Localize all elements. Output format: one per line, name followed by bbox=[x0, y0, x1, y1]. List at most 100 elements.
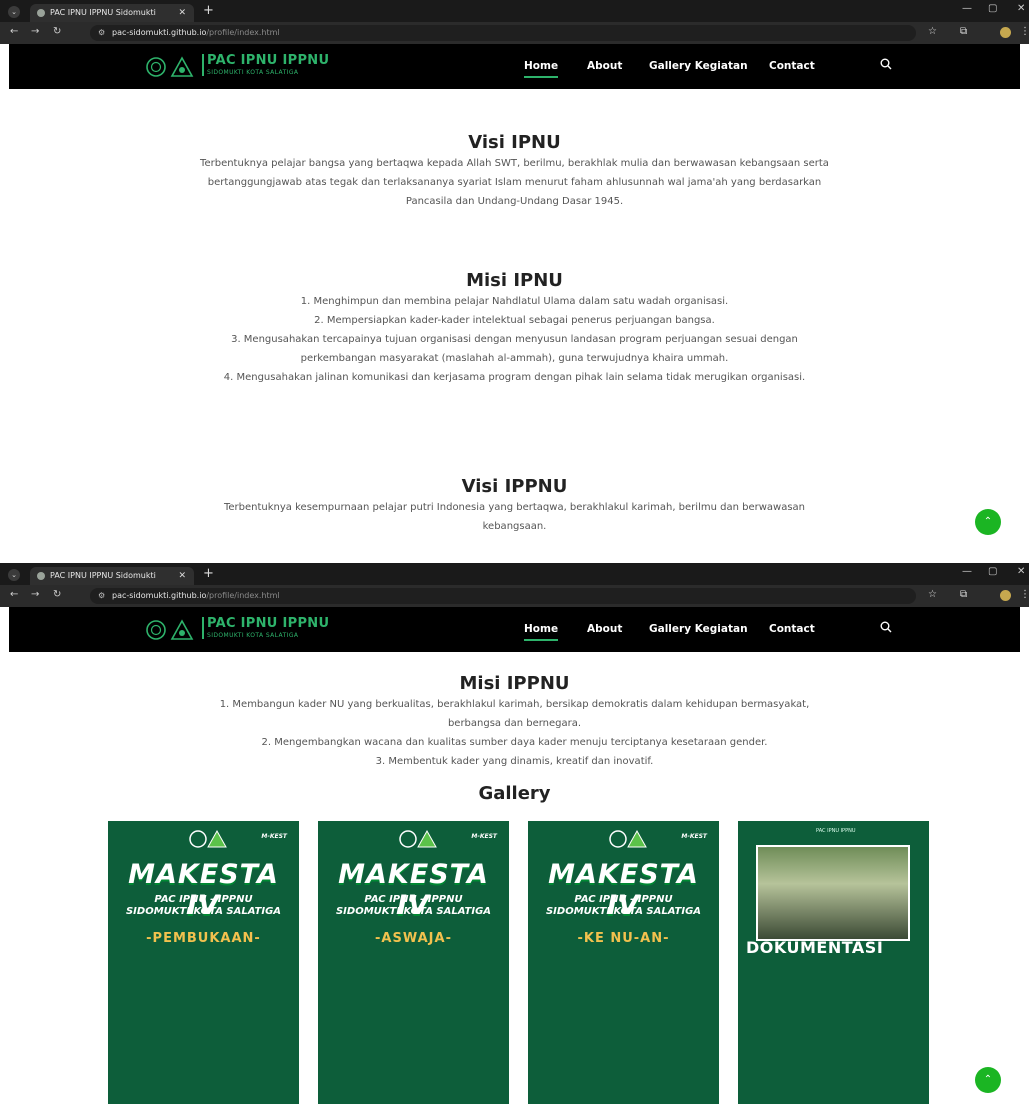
visi-ipnu-title: Visi IPNU bbox=[468, 132, 561, 153]
browser-tab[interactable]: PAC IPNU IPPNU Sidomukti ✕ bbox=[30, 4, 194, 22]
favicon-icon bbox=[37, 572, 45, 580]
misi-ippnu-item: 2. Mengembangkan wacana dan kualitas sum… bbox=[261, 737, 768, 748]
visi-ipnu-section: Visi IPNU Terbentuknya pelajar bangsa ya… bbox=[0, 132, 1029, 211]
tab-strip: ⌄ PAC IPNU IPPNU Sidomukti ✕ + — ▢ ✕ bbox=[0, 563, 1029, 585]
card-header-text: PAC IPNU IPPNU bbox=[816, 828, 856, 834]
gallery-card[interactable]: M-KEST MAKESTA IV PAC IPNU - IPPNU SIDOM… bbox=[108, 821, 299, 1104]
logo-divider bbox=[202, 617, 204, 639]
gallery-card[interactable]: M-KEST MAKESTA IV PAC IPNU - IPPNU SIDOM… bbox=[528, 821, 719, 1104]
visi-ippnu-section: Visi IPPNU Terbentuknya kesempurnaan pel… bbox=[0, 476, 1029, 536]
close-window-icon[interactable]: ✕ bbox=[1017, 3, 1025, 14]
address-toolbar: ← → ↻ ⚙ pac-sidomukti.github.io/profile/… bbox=[0, 585, 1029, 607]
misi-ippnu-section: Misi IPPNU 1. Membangun kader NU yang be… bbox=[0, 673, 1029, 771]
gallery-card[interactable]: PAC IPNU IPPNU DOKUMENTASI bbox=[738, 821, 929, 1104]
forward-icon[interactable]: → bbox=[31, 589, 39, 600]
back-icon[interactable]: ← bbox=[10, 26, 18, 37]
reload-icon[interactable]: ↻ bbox=[53, 26, 61, 37]
logo-title[interactable]: PAC IPNU IPPNU bbox=[207, 617, 329, 631]
misi-ippnu-item: 1. Membangun kader NU yang berkualitas, … bbox=[219, 699, 810, 729]
bookmark-star-icon[interactable]: ☆ bbox=[928, 26, 937, 37]
nav-contact[interactable]: Contact bbox=[769, 60, 815, 72]
address-bar[interactable]: ⚙ pac-sidomukti.github.io/profile/index.… bbox=[90, 25, 916, 41]
restore-icon[interactable]: ▢ bbox=[988, 566, 997, 577]
card-header: M-KEST bbox=[324, 829, 503, 848]
nav-gallery-kegiatan[interactable]: Gallery Kegiatan bbox=[649, 623, 748, 635]
card-location: SIDOMUKTI KOTA SALATIGA bbox=[125, 906, 282, 917]
back-icon[interactable]: ← bbox=[10, 589, 18, 600]
site-header: PAC IPNU IPPNU SIDOMUKTI KOTA SALATIGA H… bbox=[9, 44, 1020, 89]
address-bar[interactable]: ⚙ pac-sidomukti.github.io/profile/index.… bbox=[90, 588, 916, 604]
address-toolbar: ← → ↻ ⚙ pac-sidomukti.github.io/profile/… bbox=[0, 22, 1029, 44]
extensions-icon[interactable]: ⧉ bbox=[960, 589, 967, 600]
search-icon[interactable] bbox=[880, 58, 892, 70]
nav-home[interactable]: Home bbox=[524, 623, 559, 641]
misi-ipnu-item: 2. Mempersiapkan kader-kader intelektual… bbox=[314, 315, 715, 326]
browser-tab[interactable]: PAC IPNU IPPNU Sidomukti ✕ bbox=[30, 567, 194, 585]
logo-title[interactable]: PAC IPNU IPPNU bbox=[207, 54, 329, 68]
browser-window: ⌄ PAC IPNU IPPNU Sidomukti ✕ + — ▢ ✕ ← →… bbox=[0, 563, 1029, 1104]
card-brand: M-KEST bbox=[471, 833, 497, 840]
card-brand: M-KEST bbox=[261, 833, 287, 840]
gallery-title: Gallery bbox=[478, 783, 551, 804]
bookmark-star-icon[interactable]: ☆ bbox=[928, 589, 937, 600]
card-org: PAC IPNU - IPPNU bbox=[574, 894, 673, 905]
scroll-to-top-button[interactable]: ⌃ bbox=[975, 509, 1001, 535]
nav-about[interactable]: About bbox=[587, 623, 622, 635]
card-event: -PEMBUKAAN- bbox=[146, 931, 261, 946]
misi-ippnu-title: Misi IPPNU bbox=[459, 673, 570, 694]
tab-title: PAC IPNU IPPNU Sidomukti bbox=[50, 571, 156, 580]
card-org: PAC IPNU - IPPNU bbox=[154, 894, 253, 905]
close-window-icon[interactable]: ✕ bbox=[1017, 566, 1025, 577]
visi-ipnu-text: Terbentuknya pelajar bangsa yang bertaqw… bbox=[200, 158, 829, 207]
search-icon[interactable] bbox=[880, 621, 892, 633]
new-tab-icon[interactable]: + bbox=[203, 3, 214, 18]
gallery-card[interactable]: M-KEST MAKESTA IV PAC IPNU - IPPNU SIDOM… bbox=[318, 821, 509, 1104]
card-event: -KE NU-AN- bbox=[577, 931, 670, 946]
restore-icon[interactable]: ▢ bbox=[988, 3, 997, 14]
nav-home[interactable]: Home bbox=[524, 60, 559, 78]
misi-ippnu-item: 3. Membentuk kader yang dinamis, kreatif… bbox=[375, 756, 654, 767]
close-tab-icon[interactable]: ✕ bbox=[178, 567, 186, 585]
extensions-icon[interactable]: ⧉ bbox=[960, 26, 967, 37]
url-host: pac-sidomukti.github.io bbox=[112, 28, 207, 37]
profile-avatar[interactable] bbox=[1000, 590, 1011, 601]
card-photo bbox=[756, 845, 910, 941]
card-org: PAC IPNU - IPPNU bbox=[364, 894, 463, 905]
logo-badge-icon bbox=[189, 829, 227, 848]
reload-icon[interactable]: ↻ bbox=[53, 589, 61, 600]
card-event: -ASWAJA- bbox=[375, 931, 452, 946]
tab-search-icon[interactable]: ⌄ bbox=[8, 6, 20, 18]
url-host: pac-sidomukti.github.io bbox=[112, 591, 207, 600]
menu-dots-icon[interactable]: ⋮ bbox=[1020, 26, 1029, 37]
logo-icon[interactable] bbox=[146, 56, 194, 78]
minimize-icon[interactable]: — bbox=[962, 3, 972, 14]
forward-icon[interactable]: → bbox=[31, 26, 39, 37]
card-header: M-KEST bbox=[534, 829, 713, 848]
visi-ippnu-title: Visi IPPNU bbox=[461, 476, 568, 497]
card-header: M-KEST bbox=[114, 829, 293, 848]
scroll-to-top-button[interactable]: ⌃ bbox=[975, 1067, 1001, 1093]
favicon-icon bbox=[37, 9, 45, 17]
logo-badge-icon bbox=[609, 829, 647, 848]
profile-avatar[interactable] bbox=[1000, 27, 1011, 38]
menu-dots-icon[interactable]: ⋮ bbox=[1020, 589, 1029, 600]
logo-icon[interactable] bbox=[146, 619, 194, 641]
browser-window: ⌄ PAC IPNU IPPNU Sidomukti ✕ + — ▢ ✕ ← →… bbox=[0, 0, 1029, 563]
tab-search-icon[interactable]: ⌄ bbox=[8, 569, 20, 581]
url-path: /profile/index.html bbox=[206, 591, 280, 600]
nav-gallery-kegiatan[interactable]: Gallery Kegiatan bbox=[649, 60, 748, 72]
close-tab-icon[interactable]: ✕ bbox=[178, 4, 186, 22]
site-info-icon[interactable]: ⚙ bbox=[98, 25, 105, 41]
minimize-icon[interactable]: — bbox=[962, 566, 972, 577]
card-brand: M-KEST bbox=[681, 833, 707, 840]
logo-subtitle: SIDOMUKTI KOTA SALATIGA bbox=[207, 69, 299, 76]
site-header: PAC IPNU IPPNU SIDOMUKTI KOTA SALATIGA H… bbox=[9, 607, 1020, 652]
card-location: SIDOMUKTI KOTA SALATIGA bbox=[545, 906, 702, 917]
new-tab-icon[interactable]: + bbox=[203, 566, 214, 581]
logo-divider bbox=[202, 54, 204, 76]
misi-ipnu-title: Misi IPNU bbox=[466, 270, 563, 291]
site-info-icon[interactable]: ⚙ bbox=[98, 588, 105, 604]
visi-ippnu-text: Terbentuknya kesempurnaan pelajar putri … bbox=[223, 502, 805, 532]
nav-about[interactable]: About bbox=[587, 60, 622, 72]
nav-contact[interactable]: Contact bbox=[769, 623, 815, 635]
